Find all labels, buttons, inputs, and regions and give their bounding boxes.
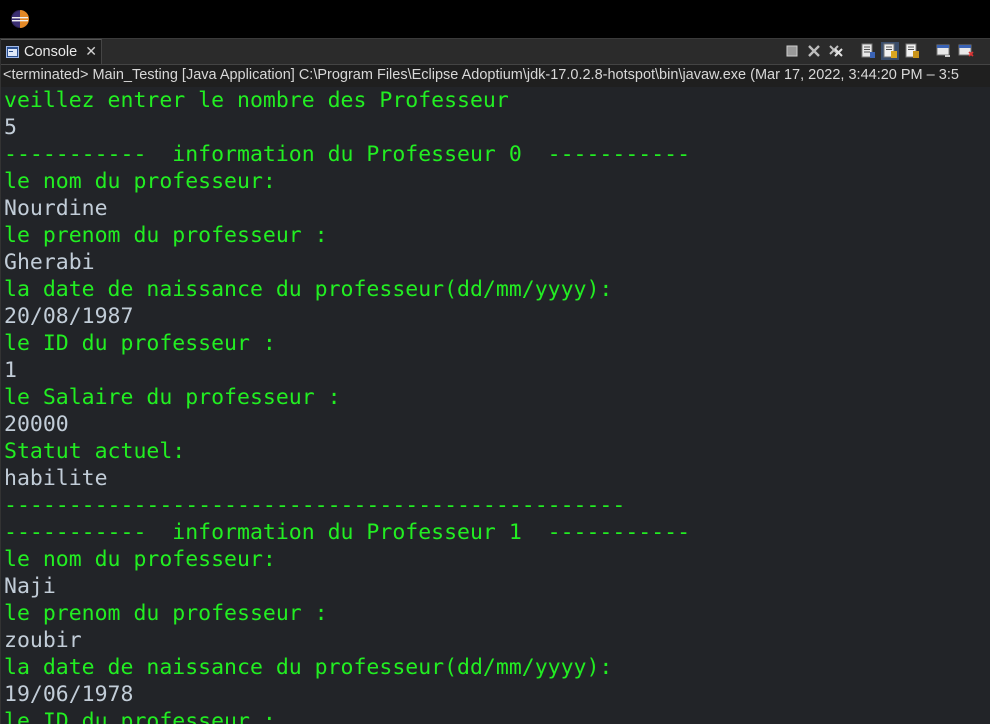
console-output-line: le nom du professeur: xyxy=(4,169,276,194)
console-input-line: Nourdine xyxy=(4,196,108,221)
console-output-line: le prenom du professeur : xyxy=(4,223,328,248)
console-output-line: ----------- information du Professeur 1 … xyxy=(4,520,691,545)
toolbar-separator xyxy=(849,42,855,60)
close-icon[interactable]: ✕ xyxy=(85,44,97,60)
console-icon xyxy=(6,46,19,58)
console-toolbar xyxy=(783,41,975,61)
show-on-stderr-icon[interactable] xyxy=(903,42,921,60)
console-input-line: 20000 xyxy=(4,412,69,437)
console-output[interactable]: veillez entrer le nombre des Professeur 5… xyxy=(0,87,990,724)
console-input-line: 19/06/1978 xyxy=(4,682,134,707)
open-console-icon[interactable] xyxy=(957,42,975,60)
pin-console-icon[interactable] xyxy=(935,42,953,60)
tab-console[interactable]: Console ✕ xyxy=(0,39,102,64)
console-output-line: la date de naissance du professeur(dd/mm… xyxy=(4,655,613,680)
console-input-line: Naji xyxy=(4,574,56,599)
console-output-line: ----------- information du Professeur 0 … xyxy=(4,142,691,167)
launch-status: <terminated> Main_Testing [Java Applicat… xyxy=(0,65,990,88)
console-input-line: zoubir xyxy=(4,628,82,653)
console-output-line: le prenom du professeur : xyxy=(4,601,328,626)
console-output-line: la date de naissance du professeur(dd/mm… xyxy=(4,277,613,302)
console-output-line: le ID du professeur : xyxy=(4,709,276,724)
tab-label: Console xyxy=(24,44,78,60)
remove-all-terminated-icon[interactable] xyxy=(827,42,845,60)
console-input-line: habilite xyxy=(4,466,108,491)
console-input-line: 5 xyxy=(4,115,17,140)
console-input-line: 20/08/1987 xyxy=(4,304,134,329)
console-output-line: Statut actuel: xyxy=(4,439,186,464)
console-output-line: ----------------------------------------… xyxy=(4,493,626,518)
terminate-icon[interactable] xyxy=(783,42,801,60)
console-output-line: le ID du professeur : xyxy=(4,331,276,356)
show-on-stdout-icon[interactable] xyxy=(881,42,899,60)
console-output-line: le Salaire du professeur : xyxy=(4,385,341,410)
console-output-line: veillez entrer le nombre des Professeur xyxy=(4,88,509,113)
window-edge xyxy=(0,39,1,724)
console-input-line: 1 xyxy=(4,358,17,383)
eclipse-logo-icon[interactable] xyxy=(10,9,30,29)
console-input-line: Gherabi xyxy=(4,250,95,275)
console-output-line: le nom du professeur: xyxy=(4,547,276,572)
toolbar-separator xyxy=(925,42,931,60)
title-bar xyxy=(0,0,990,39)
scroll-lock-icon[interactable] xyxy=(859,42,877,60)
remove-launch-icon[interactable] xyxy=(805,42,823,60)
